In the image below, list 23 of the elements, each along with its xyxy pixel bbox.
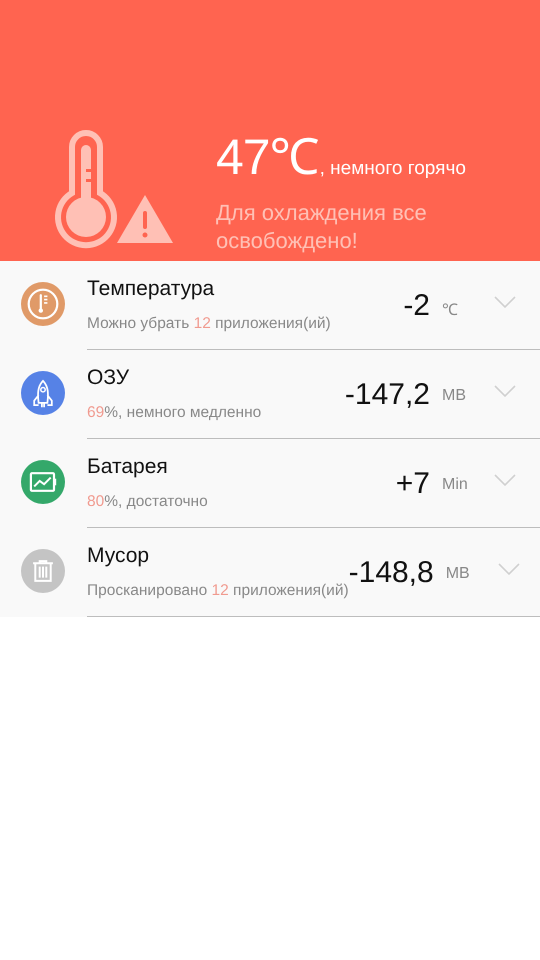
row-subtitle: Можно убрать 12 приложения(ий) — [87, 315, 332, 333]
temperature-reading: 47℃ — [216, 128, 319, 187]
row-subtitle: 80%, достаточно — [87, 493, 209, 511]
chevron-down-icon[interactable] — [494, 296, 516, 308]
row-title: ОЗУ — [87, 366, 130, 390]
row-title: Мусор — [87, 544, 150, 568]
row-title: Температура — [87, 277, 216, 301]
chevron-down-icon[interactable] — [494, 474, 516, 486]
row-value: +7 — [396, 467, 430, 501]
row-value: -148,8 — [348, 556, 434, 590]
row-unit: MB — [442, 387, 467, 405]
row-title: Батарея — [87, 455, 169, 479]
chevron-down-icon[interactable] — [498, 563, 520, 575]
row-subtitle: Просканировано 12 приложения(ий) — [87, 582, 349, 600]
row-subtitle: 69%, немного медленно — [87, 404, 262, 422]
row-unit: Min — [442, 476, 469, 494]
row-value: -2 — [403, 289, 430, 323]
temperature-status: , немного горячо — [320, 158, 466, 180]
chevron-down-icon[interactable] — [494, 385, 516, 397]
cooling-message: Для охлаждения все освобождено! — [216, 199, 428, 255]
row-unit: ℃ — [442, 301, 459, 320]
row-value: -147,2 — [344, 378, 430, 412]
row-unit: MB — [446, 565, 471, 583]
